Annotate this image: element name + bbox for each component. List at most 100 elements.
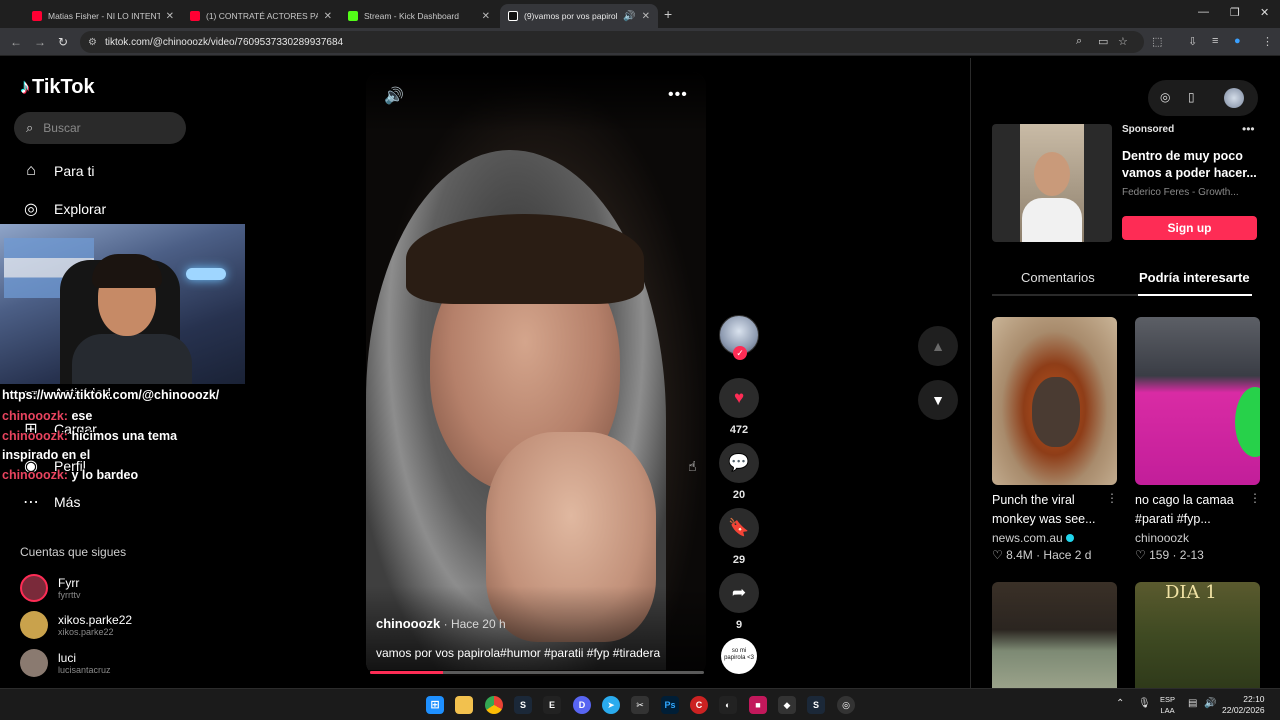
ad-thumbnail[interactable] [992, 124, 1112, 242]
tab-title: Matias Fisher - NI LO INTENTES [48, 11, 160, 21]
windows-start-icon[interactable]: ⊞ [426, 696, 444, 714]
video-card[interactable] [1135, 317, 1260, 485]
video-card[interactable]: DIA 1 [1135, 582, 1260, 688]
site-info-icon[interactable]: ⚙ [88, 37, 97, 48]
video-card[interactable] [992, 582, 1117, 688]
close-tab-icon[interactable]: ✕ [324, 11, 332, 22]
close-tab-icon[interactable]: ✕ [166, 11, 174, 22]
reload-icon[interactable]: ↻ [58, 35, 68, 49]
app-icon[interactable]: ◆ [778, 696, 796, 714]
microphone-icon[interactable]: 🎙 [1138, 698, 1151, 709]
steam-icon[interactable]: S [514, 696, 532, 714]
previous-video-button[interactable]: ▲ [918, 326, 958, 366]
following-account[interactable]: luci lucisantacruz [20, 649, 111, 677]
telegram-icon[interactable]: ➤ [602, 696, 620, 714]
discord-icon[interactable]: D [573, 696, 591, 714]
close-tab-icon[interactable]: ✕ [642, 11, 650, 22]
compass-icon[interactable]: ◎ [1160, 90, 1170, 104]
video-author[interactable]: chinooozk · Hace 20 h [376, 616, 506, 631]
language-indicator[interactable]: ESP LAA [1160, 694, 1175, 716]
music-disc[interactable]: so mi papirola <3 [721, 638, 757, 674]
obs-icon[interactable]: ◐ [719, 696, 737, 714]
author-name[interactable]: chinooozk [376, 616, 440, 631]
tiktok-icon [508, 11, 518, 21]
browser-tab[interactable]: Matias Fisher - NI LO INTENTES ✕ [24, 4, 182, 28]
browser-tab[interactable]: (1) CONTRATÉ ACTORES PARA ✕ [182, 4, 340, 28]
card-author[interactable]: chinooozk [1135, 531, 1189, 545]
following-account[interactable]: Fyrr fyrrttv [20, 574, 81, 602]
streamer-webcam [0, 224, 245, 384]
video-player[interactable] [366, 72, 706, 676]
video-progress[interactable] [370, 671, 704, 674]
nav-item-explorar[interactable]: ◎ Explorar [20, 199, 106, 219]
volume-icon[interactable]: 🔊 [384, 86, 404, 106]
minimize-icon[interactable]: — [1198, 6, 1209, 18]
app-icon[interactable]: C [690, 696, 708, 714]
maximize-icon[interactable]: ❐ [1230, 6, 1240, 19]
reading-list-icon[interactable]: ≡ [1212, 35, 1218, 47]
forward-icon[interactable]: → [34, 35, 46, 49]
steam-icon[interactable]: S [807, 696, 825, 714]
panel-divider [970, 58, 971, 688]
extensions-icon[interactable]: ⬚ [1152, 35, 1162, 48]
card-author[interactable]: news.com.au [992, 531, 1074, 545]
cast-icon[interactable]: ▭ [1098, 35, 1108, 48]
bookmark-star-icon[interactable]: ☆ [1118, 35, 1128, 48]
tab-podria-interesarte[interactable]: Podría interesarte [1139, 270, 1250, 285]
epic-games-icon[interactable]: E [543, 696, 561, 714]
nav-item-mas[interactable]: ⋯ Más [20, 492, 80, 512]
close-tab-icon[interactable]: ✕ [482, 11, 490, 22]
profile-icon[interactable]: ● [1234, 35, 1241, 47]
zoom-icon[interactable]: ⌕ [1076, 35, 1082, 48]
account-handle: xikos.parke22 [58, 626, 114, 637]
windows-taskbar: ⊞ S E D ➤ ✂ Ps C ◐ ■ ◆ S ◎ ⌃ 🎙 ESP LAA ▤… [0, 688, 1280, 720]
ad-title[interactable]: Dentro de muy poco vamos a poder hacer..… [1122, 148, 1258, 182]
file-explorer-icon[interactable] [455, 696, 473, 714]
card-title[interactable]: no cago la camaa #parati #fyp... [1135, 491, 1255, 529]
chat-url-line: https://www.tiktok.com/@chinooozk/ [2, 388, 220, 402]
creator-avatar[interactable]: ✓ [719, 315, 759, 360]
tray-expand-icon[interactable]: ⌃ [1116, 698, 1124, 709]
speaker-icon[interactable]: 🔊 [623, 11, 635, 22]
photoshop-icon[interactable]: Ps [661, 696, 679, 714]
next-video-button[interactable]: ▼ [918, 380, 958, 420]
search-input[interactable]: ⌕ Buscar [14, 112, 186, 144]
save-button[interactable]: 🔖 [719, 508, 759, 548]
sign-up-button[interactable]: Sign up [1122, 216, 1257, 240]
like-button[interactable]: ♥ [719, 378, 759, 418]
address-bar[interactable]: ⚙ tiktok.com/@chinooozk/video/7609537330… [80, 31, 1144, 53]
account-name: luci [58, 650, 77, 665]
device-icon[interactable]: ▯ [1188, 90, 1195, 104]
user-avatar[interactable] [1224, 88, 1244, 108]
ad-more-icon[interactable]: ••• [1242, 122, 1255, 136]
new-tab-button[interactable]: + [664, 6, 672, 22]
card-more-icon[interactable]: ⋮ [1106, 491, 1118, 505]
app-icon[interactable]: ◎ [837, 696, 855, 714]
app-icon[interactable]: ■ [749, 696, 767, 714]
nav-item-para-ti[interactable]: ⌂ Para ti [20, 162, 94, 180]
browser-tab-active[interactable]: (9)vamos por vos papirola 🔊 ✕ [500, 4, 658, 28]
card-overlay-text: DIA 1 [1165, 582, 1217, 603]
tiktok-logo[interactable]: ♪ TikTok [20, 76, 95, 99]
network-icon[interactable]: ▤ [1188, 698, 1197, 709]
download-icon[interactable]: ⇩ [1188, 35, 1197, 48]
capcut-icon[interactable]: ✂ [631, 696, 649, 714]
chat-text: y lo bardeo [71, 468, 139, 482]
follow-check-icon[interactable]: ✓ [733, 346, 747, 360]
tab-comentarios[interactable]: Comentarios [1021, 270, 1095, 285]
chrome-icon[interactable] [485, 696, 503, 714]
menu-icon[interactable]: ⋮ [1262, 35, 1273, 48]
clock[interactable]: 22:10 22/02/2026 [1222, 694, 1265, 716]
following-account[interactable]: xikos.parke22 xikos.parke22 [20, 611, 132, 639]
comment-button[interactable]: 💬 [719, 443, 759, 483]
video-card[interactable] [992, 317, 1117, 485]
card-title[interactable]: Punch the viral monkey was see... [992, 491, 1112, 529]
back-icon[interactable]: ← [10, 35, 22, 49]
nav-label: Más [54, 494, 81, 510]
share-button[interactable]: ➦ [719, 573, 759, 613]
video-more-icon[interactable]: ••• [668, 86, 688, 104]
volume-icon[interactable]: 🔊 [1204, 698, 1216, 709]
card-more-icon[interactable]: ⋮ [1249, 491, 1261, 505]
close-window-icon[interactable]: ✕ [1260, 6, 1269, 19]
browser-tab[interactable]: Stream - Kick Dashboard ✕ [340, 4, 498, 28]
